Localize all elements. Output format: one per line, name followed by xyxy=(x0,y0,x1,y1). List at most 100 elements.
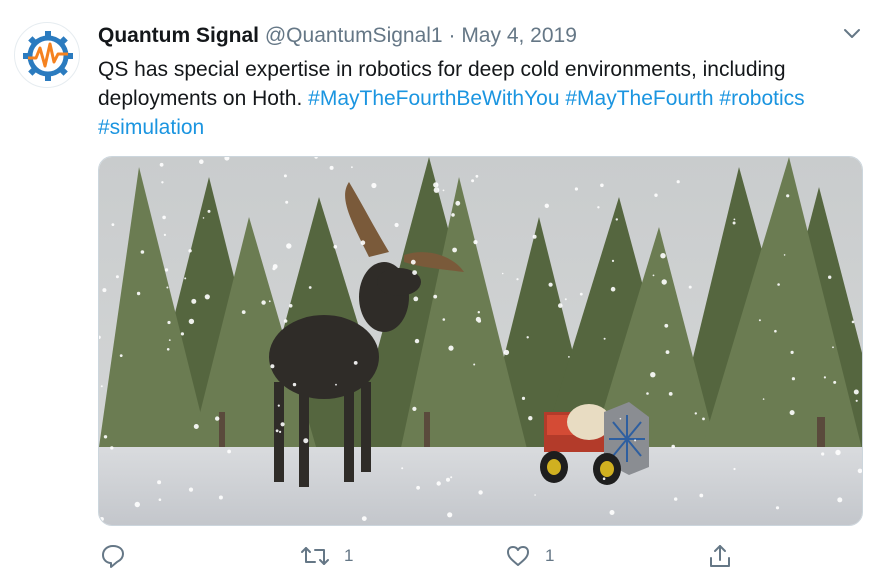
snowflake xyxy=(99,517,104,521)
snowflake xyxy=(204,294,210,300)
snowflake xyxy=(828,275,832,279)
snowflake xyxy=(286,243,292,249)
snowflake xyxy=(574,187,578,191)
tweet-date[interactable]: May 4, 2019 xyxy=(461,24,577,47)
heart-icon xyxy=(507,546,529,566)
snowflake xyxy=(180,332,184,336)
snowflake xyxy=(833,380,837,384)
snowflake xyxy=(455,200,461,206)
snowflake xyxy=(158,498,162,502)
snowflake xyxy=(371,182,377,189)
snowflake xyxy=(855,399,858,402)
snowflake xyxy=(558,303,563,308)
snowflake xyxy=(676,180,680,184)
snowflake xyxy=(534,494,536,496)
reply-icon xyxy=(102,545,124,568)
snowflake xyxy=(664,323,669,328)
snowflake xyxy=(446,477,450,482)
snowflake xyxy=(161,181,164,184)
snowflake xyxy=(188,487,194,492)
snowflake xyxy=(853,389,859,395)
snowflake xyxy=(615,218,618,221)
snowflake xyxy=(261,300,266,305)
snowflake xyxy=(275,429,279,433)
snowflake xyxy=(448,345,454,351)
snowflake xyxy=(521,396,526,400)
share-icon xyxy=(710,545,730,567)
snowflake xyxy=(414,338,420,344)
snowflake xyxy=(285,200,289,204)
snowflake xyxy=(783,254,786,256)
snowflake xyxy=(188,249,192,253)
snowflake xyxy=(694,412,697,415)
snowflake xyxy=(450,476,453,479)
snowflake xyxy=(162,215,166,220)
snowflake xyxy=(526,336,529,339)
snowflake xyxy=(111,223,115,226)
snowflake xyxy=(528,416,533,421)
snowflake xyxy=(471,179,475,183)
tweet-media-image[interactable] xyxy=(98,156,863,526)
snowflake xyxy=(167,320,171,325)
snowflake xyxy=(674,497,678,501)
snowflake xyxy=(733,218,736,221)
snowflake xyxy=(335,383,337,386)
snowflake xyxy=(544,203,549,208)
snowflake xyxy=(268,300,271,303)
snowflake xyxy=(702,417,705,421)
display-name[interactable]: Quantum Signal xyxy=(98,24,259,47)
snowflake xyxy=(564,298,567,301)
like-button[interactable]: 1 xyxy=(505,538,554,574)
like-count: 1 xyxy=(545,546,555,565)
snowflake xyxy=(202,217,205,219)
snowflake xyxy=(159,162,164,167)
snow-forest-scene xyxy=(99,157,862,525)
snowflake xyxy=(119,354,123,357)
snowflake xyxy=(308,286,312,289)
avatar[interactable] xyxy=(14,22,80,88)
snowflake xyxy=(279,430,282,433)
snowflake xyxy=(218,495,223,500)
tweet-header: Quantum Signal @QuantumSignal1 · May 4, … xyxy=(98,22,577,50)
snowflake xyxy=(699,493,704,498)
snowflake xyxy=(475,174,479,178)
user-handle[interactable]: @QuantumSignal1 xyxy=(265,24,443,47)
snowflake xyxy=(579,292,583,296)
snowflake xyxy=(447,512,453,518)
snowflake xyxy=(351,166,353,169)
snowflake xyxy=(660,253,666,259)
snowflake xyxy=(611,259,615,262)
snowflake xyxy=(668,392,673,396)
snowflake xyxy=(416,485,420,490)
hashtag-link[interactable]: #MayTheFourth xyxy=(565,87,713,110)
snowflake xyxy=(188,318,195,325)
snowflake xyxy=(412,270,417,275)
snowflake xyxy=(774,329,777,333)
snowflake xyxy=(568,356,570,358)
snowflake xyxy=(821,452,825,456)
retweet-icon xyxy=(301,547,329,565)
snowflake xyxy=(270,364,275,369)
retweet-button[interactable]: 1 xyxy=(300,538,353,574)
snowflake xyxy=(166,286,169,289)
snowflake xyxy=(762,398,765,400)
snowflake xyxy=(272,267,276,271)
hashtag-link[interactable]: #robotics xyxy=(719,87,804,110)
snowflake xyxy=(786,194,790,198)
snowflake xyxy=(452,247,457,253)
chevron-down-icon[interactable] xyxy=(838,20,866,48)
hashtag-link[interactable]: #simulation xyxy=(98,116,204,139)
snowflake xyxy=(789,410,795,416)
tweet-actions: 1 1 xyxy=(0,538,879,578)
snowflake xyxy=(473,240,478,245)
snowflake xyxy=(733,467,736,471)
snowflake xyxy=(134,501,140,508)
share-button[interactable] xyxy=(707,538,747,574)
snowflake xyxy=(654,193,658,197)
snowflake xyxy=(791,377,796,381)
snowflake xyxy=(103,435,108,439)
reply-button[interactable] xyxy=(100,538,140,574)
snowflake xyxy=(775,506,780,510)
snowflake xyxy=(433,294,438,299)
hashtag-link[interactable]: #MayTheFourthBeWithYou xyxy=(308,87,559,110)
